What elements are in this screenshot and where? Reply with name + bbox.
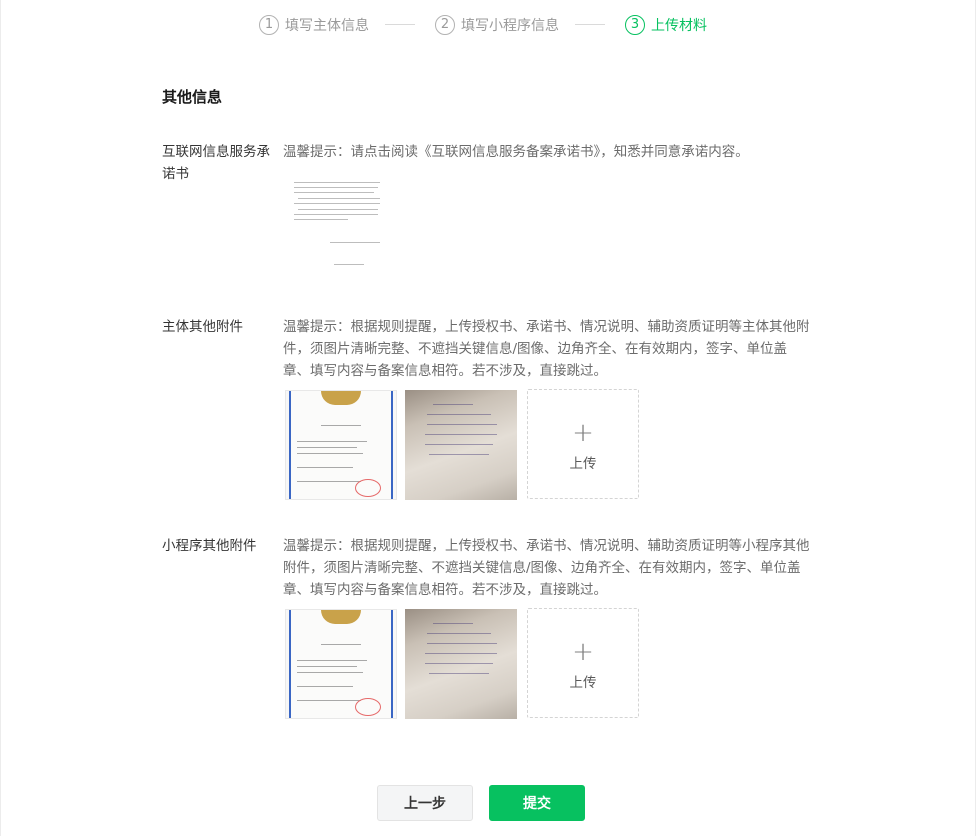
commitment-document-preview[interactable] bbox=[286, 176, 390, 276]
step-1-number: 1 bbox=[259, 15, 279, 35]
step-3: 3 上传材料 bbox=[625, 12, 707, 38]
miniprogram-attachment-certificate-thumb[interactable] bbox=[285, 609, 397, 719]
miniprogram-attachment-photo-thumb[interactable] bbox=[405, 609, 517, 719]
entity-attachments-tip: 温馨提示：根据规则提醒，上传授权书、承诺书、情况说明、辅助资质证明等主体其他附件… bbox=[283, 319, 810, 379]
step-indicator: 1 填写主体信息 2 填写小程序信息 3 上传材料 bbox=[0, 12, 976, 38]
step-3-label: 上传材料 bbox=[651, 18, 707, 34]
plus-icon: + bbox=[572, 637, 594, 667]
submit-button[interactable]: 提交 bbox=[489, 785, 585, 821]
miniprogram-attachments-label: 小程序其他附件 bbox=[162, 538, 257, 554]
step-2: 2 填写小程序信息 bbox=[435, 12, 559, 38]
previous-step-button[interactable]: 上一步 bbox=[377, 785, 473, 821]
section-title: 其他信息 bbox=[162, 88, 223, 106]
step-1: 1 填写主体信息 bbox=[259, 12, 369, 38]
entity-attachment-photo-thumb[interactable] bbox=[405, 390, 517, 500]
upload-label: 上传 bbox=[569, 675, 597, 691]
miniprogram-attachment-upload-button[interactable]: + 上传 bbox=[527, 608, 639, 718]
step-2-number: 2 bbox=[435, 15, 455, 35]
upload-label: 上传 bbox=[569, 456, 597, 472]
commitment-label: 互联网信息服务承诺书 bbox=[162, 144, 270, 182]
step-3-number: 3 bbox=[625, 15, 645, 35]
step-divider-1 bbox=[385, 24, 415, 25]
entity-attachment-upload-button[interactable]: + 上传 bbox=[527, 389, 639, 499]
step-1-label: 填写主体信息 bbox=[285, 18, 369, 34]
miniprogram-attachments-tip: 温馨提示：根据规则提醒，上传授权书、承诺书、情况说明、辅助资质证明等小程序其他附… bbox=[283, 538, 810, 598]
entity-attachments-label: 主体其他附件 bbox=[162, 319, 243, 335]
step-divider-2 bbox=[575, 24, 605, 25]
commitment-tip[interactable]: 温馨提示：请点击阅读《互联网信息服务备案承诺书》，知悉并同意承诺内容。 bbox=[283, 141, 813, 163]
entity-attachment-certificate-thumb[interactable] bbox=[285, 390, 397, 500]
step-2-label: 填写小程序信息 bbox=[461, 18, 559, 34]
plus-icon: + bbox=[572, 418, 594, 448]
